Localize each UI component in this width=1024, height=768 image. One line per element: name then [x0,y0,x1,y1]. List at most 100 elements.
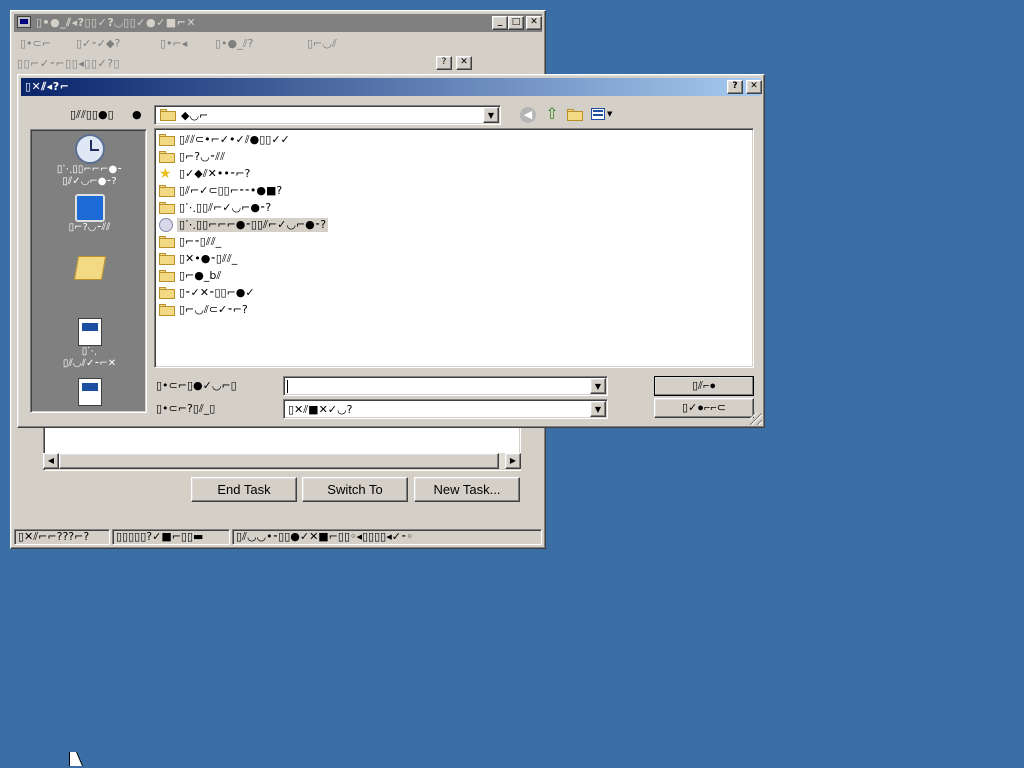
help-button[interactable]: ? [436,56,452,70]
file-list-item[interactable]: ▯✕•●⁃▯⫽⫽_ [157,250,751,267]
end-task-button[interactable]: End Task [191,477,297,502]
place-history[interactable]: ▯⋱▯▯⌐⌐⌐●⁃ ▯⫽✓◡⌐●⁃? [31,134,148,188]
file-list-item[interactable]: ▯⌐⁃▯⫽⫽_ [157,233,751,250]
my-computer-icon [77,318,102,346]
open-dialog: ▯✕⫽◂?⌐ ? ✕ ▯⫽⫽▯▯●▯ ● ◆◡⌐ ▼ ◀ ⇧ ▼ ▯⋱▯▯⌐⌐⌐… [17,74,765,428]
menu-item-windows[interactable]: ▯•●_⫽? [215,37,253,51]
place-my-computer[interactable]: ▯⋱ ▯⫽◡⫽✓⁃⌐✕ [31,318,148,370]
monitor-icon [17,16,31,28]
task-manager-menubar: ▯•⊂⌐ ▯✓⁃✓◆? ▯•⌐◂ ▯•●_⫽? ▯⌐◡⫽ [14,34,542,52]
dialog-titlebar[interactable]: ▯✕⫽◂?⌐ ? ✕ [21,78,762,96]
views-menu-icon[interactable]: ▼ [591,107,613,123]
look-in-value: ◆◡⌐ [181,109,209,122]
file-name: ▯✕•●⁃▯⫽⫽_ [179,251,238,265]
place-my-computer-label: ▯⋱ [81,346,98,357]
menu-item-options[interactable]: ▯✓⁃✓◆? [76,37,120,50]
file-name: ▯⌐⁃▯⫽⫽_ [179,234,222,248]
scroll-right-button[interactable]: ▶ [505,453,521,469]
file-list-item[interactable]: ▯⌐●_b⫽ [157,267,751,284]
network-icon [77,378,102,406]
file-list-item[interactable]: ▯⫽⫽⊂•⌐✓•✓⫽●▯▯✓✓ [157,131,751,148]
task-manager-title: ▯•●_⫽◂?▯▯✓?◡▯▯✓●✓■⌐✕ [36,16,197,29]
look-in-combo[interactable]: ◆◡⌐ ▼ [154,105,501,125]
file-name-label: ▯•⊂⌐▯●✓◡⌐▯ [156,379,237,392]
file-list-item[interactable]: ★ ▯✓◆⫽✕••⁃⌐? [157,165,751,182]
file-list[interactable]: ▯⫽⫽⊂•⌐✓•✓⫽●▯▯✓✓ ▯⌐?◡⁃⫽⫽ ★ ▯✓◆⫽✕••⁃⌐? ▯⫽⌐✓⊂▯▯… [154,128,754,368]
chevron-down-icon[interactable]: ▼ [590,378,606,394]
places-bar: ▯⋱▯▯⌐⌐⌐●⁃ ▯⫽✓◡⌐●⁃? ▯⌐?◡⁃⫽⫽ ▯⋱ ▯⫽◡⫽✓⁃⌐✕ [30,129,147,413]
chevron-down-icon[interactable]: ▼ [590,401,606,417]
text-caret [287,380,288,393]
status-bar: ▯✕⫽⌐⌐???⌐? ▯▯▯▯▯?✓■⌐▯▯▬ ▯⫽◡◡•⁃▯▯●✓✕■⌐▯▯◦… [14,527,542,547]
status-memory: ▯⫽◡◡•⁃▯▯●✓✕■⌐▯▯◦◂▯▯▯▯◂✓⁃◦ [232,529,542,545]
switch-to-button[interactable]: Switch To [302,477,408,502]
scroll-left-button[interactable]: ◀ [43,453,59,469]
folder-icon [159,303,175,316]
place-desktop-label: ▯⌐?◡⁃⫽⫽ [68,222,111,233]
folder-icon [159,286,175,299]
file-name: ▯⌐?◡⁃⫽⫽ [179,149,226,163]
file-type-combo[interactable]: ▯✕⫽■✕✓◡? ▼ [283,399,608,419]
close-button[interactable]: ✕ [456,56,472,70]
new-folder-icon[interactable] [567,109,583,124]
file-name: ▯⋱▯▯⫽⌐✓◡⌐●⁃? [179,200,272,214]
folder-icon [159,235,175,248]
file-name: ▯⁃✓✕⁃▯▯⌐●✓ [179,286,255,299]
folder-icon [159,252,175,265]
my-documents-icon [73,256,106,280]
place-my-computer-label-2: ▯⫽◡⫽✓⁃⌐✕ [62,358,117,369]
help-button[interactable]: ? [727,80,743,94]
look-in-label: ▯⫽⫽▯▯●▯ [70,108,114,121]
status-cpu: ▯▯▯▯▯?✓■⌐▯▯▬ [112,529,230,545]
chevron-down-icon[interactable]: ▼ [483,107,499,123]
folder-icon [159,269,175,282]
history-icon [74,134,105,164]
tab-applications[interactable]: ▯▯⌐✓⁃⌐▯▯◂▯▯✓?▯ [17,57,177,70]
back-icon[interactable]: ◀ [520,107,536,123]
dialog-title: ▯✕⫽◂?⌐ [25,80,70,93]
file-name: ▯⌐◡⫽⊂✓⁃⌐? [179,302,248,316]
file-name: ▯⌐●_b⫽ [179,268,222,282]
look-in-label-icon: ● [132,108,142,121]
file-list-item[interactable]: ▯⫽⌐✓⊂▯▯⌐⁃⁃•●■? [157,182,751,199]
file-list-item[interactable]: ▯⋱▯▯⫽⌐✓◡⌐●⁃? [157,199,751,216]
file-list-item[interactable]: ▯⌐◡⫽⊂✓⁃⌐? [157,301,751,318]
file-name: ▯⋱▯▯⌐⌐⌐●⁃▯▯⫽⌐✓◡⌐●⁃? [177,217,329,232]
scroll-thumb[interactable] [59,453,499,469]
open-button[interactable]: ▯⫽⌐● [654,376,754,396]
folder-icon [159,150,175,163]
file-type-value: ▯✕⫽■✕✓◡? [288,403,353,416]
file-name-combo[interactable]: ▼ [283,376,608,396]
menu-item-view[interactable]: ▯•⌐◂ [160,37,187,50]
task-list-hscrollbar[interactable]: ◀ ▶ [43,453,521,469]
star-icon: ★ [159,165,172,182]
place-desktop[interactable]: ▯⌐?◡⁃⫽⫽ [31,194,148,234]
desktop-icon [74,194,105,222]
file-list-item[interactable]: ▯⁃✓✕⁃▯▯⌐●✓ [157,284,751,301]
place-network[interactable] [31,378,148,406]
menu-item-file[interactable]: ▯•⊂⌐ [20,37,51,50]
resize-grip-icon[interactable] [750,413,762,425]
file-type-label: ▯•⊂⌐?▯⫽_▯ [156,402,216,415]
folder-icon [159,184,175,197]
maximize-button[interactable]: □ [508,16,524,30]
mouse-pointer-icon [70,752,82,766]
close-button[interactable]: ✕ [526,16,542,30]
task-manager-titlebar[interactable]: ▯•●_⫽◂?▯▯✓?◡▯▯✓●✓■⌐✕ _ □ ✕ [14,14,542,32]
menu-item-help[interactable]: ▯⌐◡⫽ [307,37,337,51]
new-task-button[interactable]: New Task... [414,477,520,502]
cd-icon [159,217,173,232]
place-my-documents[interactable] [31,256,148,280]
up-folder-icon[interactable]: ⇧ [542,105,562,123]
file-name: ▯⫽⫽⊂•⌐✓•✓⫽●▯▯✓✓ [179,132,290,146]
place-history-label: ▯⋱▯▯⌐⌐⌐●⁃ [56,164,123,175]
tabs-header: ▯▯⌐✓⁃⌐▯▯◂▯▯✓?▯ ? ✕ [14,54,542,74]
cancel-button[interactable]: ▯✓●⌐⌐⊂ [654,398,754,418]
file-list-item[interactable]: ▯⋱▯▯⌐⌐⌐●⁃▯▯⫽⌐✓◡⌐●⁃? [157,216,751,233]
folder-icon [159,201,175,214]
folder-icon [160,109,176,121]
file-list-item[interactable]: ▯⌐?◡⁃⫽⫽ [157,148,751,165]
close-button[interactable]: ✕ [746,80,762,94]
minimize-button[interactable]: _ [492,16,508,30]
file-name: ▯✓◆⫽✕••⁃⌐? [179,166,251,180]
